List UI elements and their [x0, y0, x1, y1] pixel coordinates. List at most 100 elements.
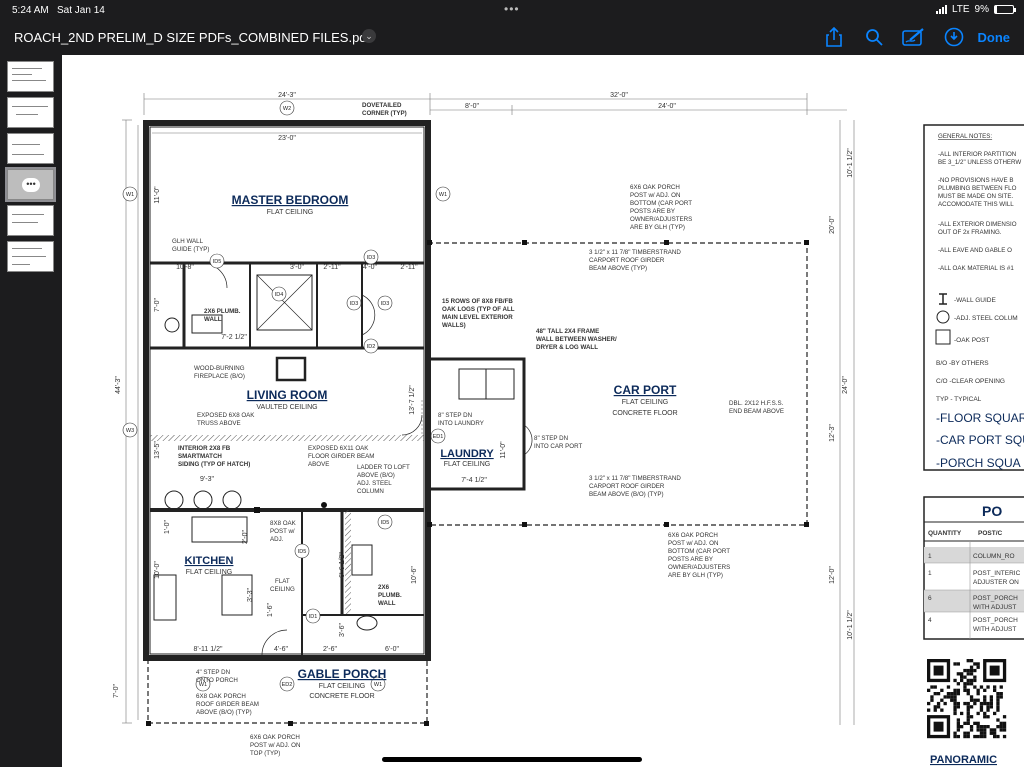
note-porch-post-3: TOP (TYP)	[250, 750, 280, 757]
note-fire-1: WOOD-BURNING	[194, 365, 245, 372]
note-post8-3: ADJ.	[270, 536, 284, 543]
signal-icon	[935, 5, 947, 14]
document-toolbar: ROACH_2ND PRELIM_D SIZE PDFs_COMBINED FI…	[0, 20, 1024, 54]
annotate-icon[interactable]	[934, 24, 974, 50]
legend-clear-opening: C/O -CLEAR OPENING	[936, 378, 1005, 385]
note-logs-3: MAIN LEVEL EXTERIOR	[442, 314, 513, 321]
dim-right-b: 20'-0"	[829, 216, 836, 234]
tag-w1b: W1	[439, 192, 447, 198]
multitasking-dots[interactable]: •••	[504, 2, 520, 16]
thumbnail-page-3[interactable]	[7, 133, 54, 164]
thumbnail-page-2[interactable]	[7, 97, 54, 128]
table-row-4-name-b: WITH ADJUST	[973, 626, 1016, 633]
tag-w2: W2	[283, 106, 291, 112]
thumbnail-page-6[interactable]	[7, 241, 54, 272]
room-master-bedroom: MASTER BEDROOM	[232, 193, 349, 207]
note-girder-1: EXPOSED 6X11 OAK	[308, 445, 369, 452]
note-logs-2: OAK LOGS (TYP OF ALL	[442, 306, 515, 313]
note-postB-4: POSTS ARE BY	[668, 556, 713, 563]
dim-left-e: 10'-0"	[154, 561, 161, 579]
thumbnail-page-5[interactable]	[7, 205, 54, 236]
dim-right-a: 10'-1 1/2"	[847, 148, 854, 178]
note-frame-2: WALL BETWEEN WASHER/	[536, 336, 617, 343]
note-post8-1: 8X8 OAK	[270, 520, 297, 527]
general-note-2b: PLUMBING BETWEEN FLO	[938, 185, 1017, 192]
note-porch-step-2: ONTO PORCH	[196, 677, 238, 684]
post-table-col-post: POST/C	[978, 530, 1003, 537]
table-row-2-name: POST_INTERIC	[973, 570, 1021, 577]
legend-oak-post: -OAK POST	[954, 337, 989, 344]
master-ceiling: FLAT CEILING	[267, 209, 313, 216]
tag-id2: ID2	[367, 344, 376, 350]
general-note-4: -ALL EAVE AND GABLE O	[938, 247, 1012, 254]
dim-3-6: 3'-6"	[339, 623, 346, 637]
note-frame-1: 48" TALL 2X4 FRAME	[536, 328, 599, 335]
note-siding-2: SMARTMATCH	[178, 453, 222, 460]
room-gable-porch: GABLE PORCH	[298, 667, 387, 681]
dim-laundry-w: 7'-4 1/2"	[461, 477, 487, 484]
note-frame-3: DRYER & LOG WALL	[536, 344, 598, 351]
status-time: 5:24 AM	[12, 5, 49, 16]
share-icon[interactable]	[814, 24, 854, 50]
note-step-carport-2: INTO CAR PORT	[534, 443, 582, 450]
tag-id5c: ID5	[381, 520, 390, 526]
tag-w1d: W1	[374, 682, 382, 688]
note-porch-post-2: POST w/ ADJ. ON	[250, 742, 300, 749]
note-beamA-2: CARPORT ROOF GIRDER	[589, 257, 665, 264]
home-indicator[interactable]	[382, 757, 642, 762]
search-icon[interactable]	[854, 24, 894, 50]
note-plumb2-1: 2X6	[378, 584, 390, 591]
general-note-1a: -ALL INTERIOR PARTITION	[938, 151, 1016, 158]
legend-carport-square: -CAR PORT SQU	[936, 433, 1024, 447]
note-dovetailed-2: CORNER (TYP)	[362, 110, 407, 117]
dim-left-d: 1'-0"	[164, 520, 171, 534]
note-postB-5: OWNER/ADJUSTERS	[668, 564, 730, 571]
note-beamB-3: BEAM ABOVE (B/O) (TYP)	[589, 491, 664, 498]
note-logs-1: 15 ROWS OF 8X8 FB/FB	[442, 298, 513, 305]
table-row-1-name: COLUMN_RO	[973, 553, 1015, 560]
done-button[interactable]: Done	[974, 30, 1024, 45]
more-icon[interactable]: •••	[22, 178, 40, 192]
note-flat-2: CEILING	[270, 586, 295, 593]
general-note-3a: -ALL EXTERIOR DIMENSIO	[938, 221, 1017, 228]
table-row-1-qty: 1	[928, 553, 932, 560]
status-date: Sat Jan 14	[57, 5, 105, 16]
dim-7-2: 7'-2 1/2"	[221, 334, 247, 341]
legend-porch-square: -PORCH SQUA	[936, 456, 1021, 470]
dim-3-3: 3'-3"	[247, 588, 254, 602]
note-porch-beam-1: 6X8 OAK PORCH	[196, 693, 246, 700]
dim-top-total: 32'-0"	[610, 92, 628, 99]
post-table-title: PO	[982, 503, 1002, 519]
room-kitchen: KITCHEN	[185, 555, 234, 567]
table-row-4-qty: 4	[928, 617, 932, 624]
general-notes-heading: GENERAL NOTES:	[938, 133, 992, 140]
post-table-col-quantity: QUANTITY	[928, 530, 962, 537]
note-truss-2: TRUSS ABOVE	[197, 420, 241, 427]
thumbnail-page-1[interactable]	[7, 61, 54, 92]
note-postA-2: POST w/ ADJ. ON	[630, 192, 680, 199]
note-plumb-1: 2X6 PLUMB.	[204, 308, 241, 315]
general-note-1b: BE 3_1/2" UNLESS OTHERW	[938, 159, 1021, 166]
pdf-page[interactable]: 24'-3" 32'-0" 8'-0" 24'-0" 23'-0" 44'-3"…	[62, 55, 1024, 767]
tag-id5a: ID5	[213, 259, 222, 265]
status-bar: 5:24 AM Sat Jan 14 ••• LTE 9%	[0, 0, 1024, 20]
tag-id3c: ID3	[381, 301, 390, 307]
table-row-2-name-b: ADJUSTER ON	[973, 579, 1019, 586]
tag-id1: ID1	[309, 614, 318, 620]
chevron-down-icon[interactable]: ⌄	[362, 29, 376, 43]
note-girder-3: ABOVE	[308, 461, 329, 468]
table-row-4-name: POST_PORCH	[973, 617, 1018, 624]
legend-wall-guide: -WALL GUIDE	[954, 297, 996, 304]
thumbnail-page-4[interactable]: •••	[5, 167, 56, 202]
tag-ed2: ED2	[282, 682, 293, 688]
tag-id4: ID4	[275, 292, 284, 298]
note-postA-6: ARE BY GLH (TYP)	[630, 224, 685, 231]
dim-mid-v: 13'-7 1/2"	[409, 385, 416, 415]
tag-ed1: ED1	[433, 434, 444, 440]
dim-4-0: 4'-0"	[363, 264, 377, 271]
note-beamA-3: BEAM ABOVE (TYP)	[589, 265, 647, 272]
porch-ceiling: FLAT CEILING	[319, 683, 365, 690]
markup-icon[interactable]	[894, 24, 934, 50]
note-glh-2: GUIDE (TYP)	[172, 246, 209, 253]
document-title[interactable]: ROACH_2ND PRELIM_D SIZE PDFs_COMBINED FI…	[14, 30, 370, 45]
